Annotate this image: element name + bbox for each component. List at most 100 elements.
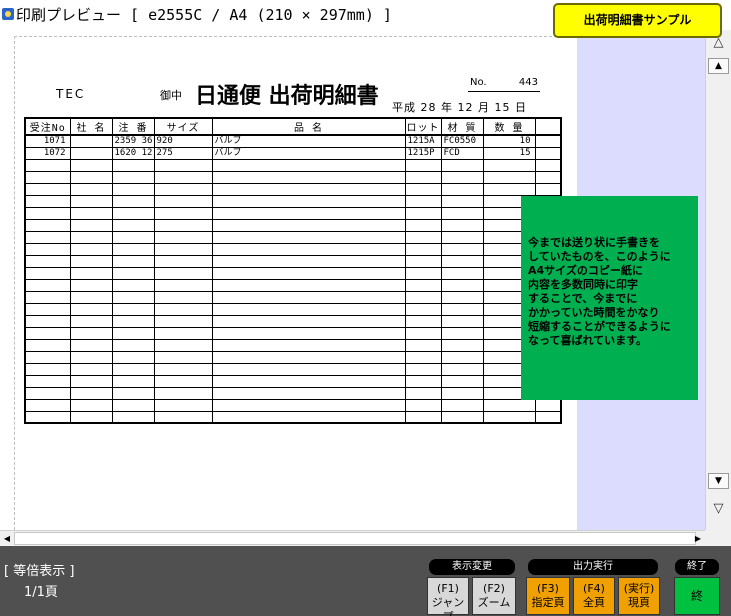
table-cell [211,255,405,268]
table-cell [111,339,154,352]
cell-quantity: 10 [482,135,535,148]
table-cell [440,351,483,364]
table-cell [69,231,112,244]
table-cell [69,267,112,280]
table-cell [482,183,535,196]
table-cell [404,255,441,268]
table-cell [111,255,154,268]
all-label: 全頁 [583,596,605,609]
document-title: 日通便 出荷明細書 [195,84,379,109]
table-cell [153,207,212,220]
end-button[interactable]: 終 [674,577,720,615]
column-header: ロット [404,118,441,136]
horizontal-scroll-thumb[interactable] [14,532,696,545]
table-cell [404,375,441,388]
table-cell [211,291,405,304]
scroll-right-icon[interactable]: ▶ [693,532,703,545]
table-cell [111,363,154,376]
scroll-corner [705,530,731,546]
table-cell [153,315,212,328]
exit-group-label: 終了 [675,559,719,575]
table-row [25,315,561,328]
table-cell [211,279,405,292]
note-line: 短縮することができるように [528,320,671,333]
horizontal-scrollbar[interactable]: ◀ ▶ [0,530,705,546]
zoom-button[interactable]: (F2) ズーム [472,577,516,615]
cell-order-no: 1072 [25,147,70,160]
table-cell [440,219,483,232]
table-cell [111,387,154,400]
table-cell [25,351,70,364]
table-cell [25,363,70,376]
table-cell [69,375,112,388]
table-row [25,399,561,412]
table-cell [440,375,483,388]
table-cell [69,279,112,292]
jump-button[interactable]: (F1) ジャンプ [427,577,469,616]
scroll-left-icon[interactable]: ◀ [2,532,12,545]
display-change-group-label: 表示変更 [429,559,515,575]
document-date: 平成 28 年 12 月 15 日 [392,101,527,114]
table-row [25,183,561,196]
column-header: 受注No [25,118,70,136]
table-cell [404,291,441,304]
cell-company [69,135,112,148]
current-key: (実行) [623,582,655,595]
column-header: サイズ [153,118,212,136]
table-cell [153,243,212,256]
table-cell [111,411,154,424]
table-cell [111,267,154,280]
table-cell [211,339,405,352]
table-cell [25,375,70,388]
note-line: していたものを、このように [528,250,671,263]
table-cell [404,315,441,328]
table-cell [69,339,112,352]
table-cell [211,315,405,328]
table-cell [534,171,561,184]
column-header: 品 名 [211,118,405,136]
table-cell [404,411,441,424]
table-cell [534,183,561,196]
table-cell [153,183,212,196]
table-cell [404,231,441,244]
table-cell [111,219,154,232]
table-cell [153,387,212,400]
note-box: 今までは送り状に手書きを していたものを、このように A4サイズのコピー紙に 内… [521,196,698,400]
table-row [25,387,561,400]
table-cell [440,231,483,244]
table-cell [440,255,483,268]
table-cell [440,387,483,400]
table-row [25,375,561,388]
vertical-scrollbar[interactable]: △ ▲ ▼ ▽ [705,30,731,530]
cell-lot: 1215P [404,147,441,160]
print-current-page-button[interactable]: (実行) 現頁 [618,577,660,615]
table-cell [111,399,154,412]
table-cell [153,255,212,268]
cell-material: FC0550 [440,135,483,148]
table-cell [153,375,212,388]
cell-product: バルブ [211,147,405,160]
table-cell [25,399,70,412]
print-all-pages-button[interactable]: (F4) 全頁 [573,577,615,615]
cell-company [69,147,112,160]
table-cell [211,303,405,316]
cell-size: 275 [153,147,212,160]
scroll-down-button[interactable]: ▼ [708,473,729,489]
table-cell [440,195,483,208]
table-cell [25,231,70,244]
table-cell [482,171,535,184]
print-specified-pages-button[interactable]: (F3) 指定頁 [526,577,570,615]
scroll-up-button[interactable]: ▲ [708,58,729,74]
note-line: A4サイズのコピー紙に [528,264,643,277]
table-cell [404,183,441,196]
table-cell [111,243,154,256]
table-cell [69,195,112,208]
table-row [25,267,561,280]
table-cell [440,159,483,172]
table-row: 1071 2359 36 920 バルブ 1215A FC0550 10 [25,135,561,148]
table-cell [404,219,441,232]
page-down-icon[interactable]: ▽ [708,501,729,519]
table-cell [482,399,535,412]
cell-extra [534,135,561,148]
cell-order-no: 1071 [25,135,70,148]
